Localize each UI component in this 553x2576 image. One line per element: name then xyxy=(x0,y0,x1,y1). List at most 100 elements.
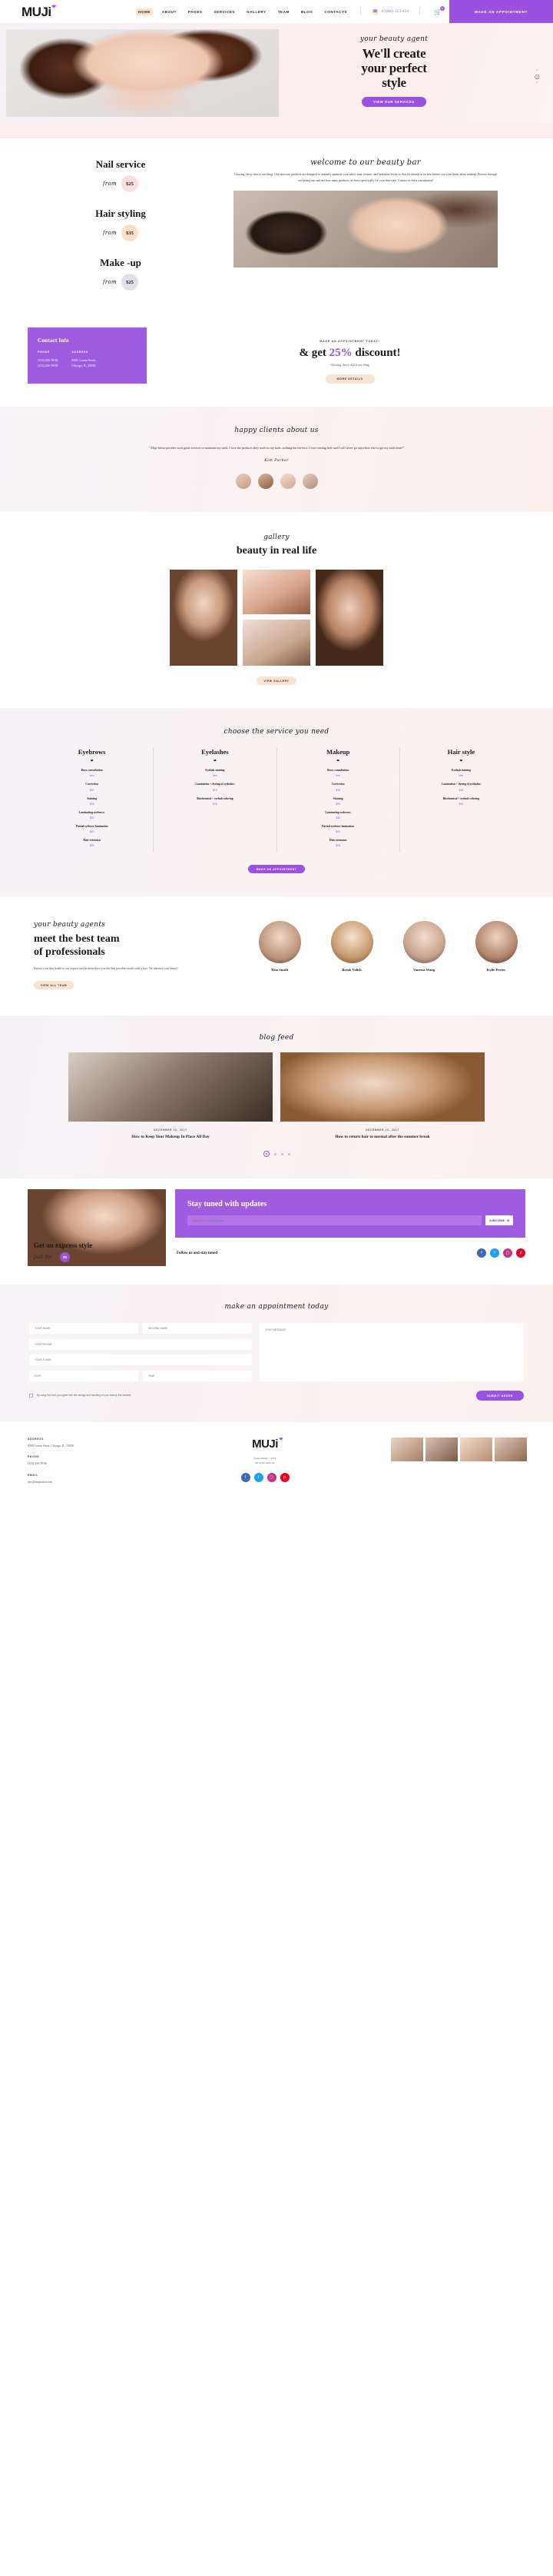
avatar[interactable] xyxy=(280,474,296,490)
appointment-phone-input[interactable] xyxy=(29,1338,252,1350)
nav-item-about[interactable]: ABOUT xyxy=(160,8,179,15)
welcome-image xyxy=(233,191,498,268)
avatar xyxy=(402,921,445,964)
blog-dot-active[interactable] xyxy=(263,1151,270,1158)
nav-item-contacts[interactable]: CONTACTS xyxy=(322,8,349,15)
team-member[interactable]: Vanessa Wang xyxy=(398,921,450,989)
footer-gallery-image[interactable] xyxy=(426,1438,458,1462)
header-appointment-button[interactable]: MAKE AN APPOINTMENT xyxy=(449,0,553,23)
service-item[interactable]: Partial eyebrow lamination $20 xyxy=(40,825,144,833)
avatar[interactable] xyxy=(235,474,251,490)
gallery-image[interactable] xyxy=(170,570,237,666)
gallery-view-button[interactable]: VIEW GALLERY xyxy=(257,676,296,686)
express-style-card[interactable]: Get an express style just for $5 xyxy=(28,1189,166,1267)
appointment-name-input[interactable] xyxy=(29,1323,138,1335)
twitter-icon[interactable]: t xyxy=(253,1472,263,1482)
avatar[interactable] xyxy=(257,474,273,490)
blog-post[interactable]: DECEMBER 10, 2017 How to return hair to … xyxy=(280,1052,485,1141)
gallery-image[interactable] xyxy=(243,620,310,666)
gallery-image[interactable] xyxy=(316,570,383,666)
footer-email-value[interactable]: info@mujisalon.com xyxy=(28,1480,177,1484)
blog-dot[interactable] xyxy=(273,1152,276,1155)
service-item[interactable]: Hair extension $25 xyxy=(286,839,390,847)
blog-slider-dots[interactable] xyxy=(0,1151,553,1158)
service-item[interactable]: Laminating eyebrows $30 xyxy=(40,811,144,819)
newsletter-subscribe-button[interactable]: SUBSCRIBE ✉ xyxy=(485,1215,513,1226)
nav-item-services[interactable]: SERVICES xyxy=(212,8,238,15)
blog-post-title[interactable]: How to Keep Your Makeup In Place All Day xyxy=(68,1135,273,1141)
nav-item-blog[interactable]: BLOG xyxy=(299,8,315,15)
twitter-icon[interactable]: t xyxy=(490,1248,499,1258)
welcome-paragraph: Glowing, dewy skin is our thing. Our ski… xyxy=(233,173,498,182)
service-item[interactable]: Hair extension $25 xyxy=(40,839,144,847)
price-item-hair[interactable]: Hair styling from $35 xyxy=(18,208,223,241)
gallery-image[interactable] xyxy=(243,570,310,615)
service-item[interactable]: Correction $15 xyxy=(40,783,144,791)
team-member[interactable]: Tina Smith xyxy=(253,921,306,989)
service-item[interactable]: Brow consultation free xyxy=(286,769,390,777)
appointment-secondname-input[interactable] xyxy=(143,1323,252,1335)
service-item[interactable]: Laminating eyebrows $30 xyxy=(286,811,390,819)
service-item[interactable]: Lamination + dyeing of eyelashes $15 xyxy=(409,783,513,791)
appointment-message-textarea[interactable] xyxy=(260,1323,524,1382)
nav-divider xyxy=(359,8,361,15)
slider-dot-2-active[interactable]: ⊙ xyxy=(534,74,540,81)
pinterest-icon[interactable]: p xyxy=(516,1248,525,1258)
blog-dot[interactable] xyxy=(287,1152,290,1155)
service-item[interactable]: Staining $25 xyxy=(40,797,144,806)
nav-item-pages[interactable]: PAGES xyxy=(186,8,205,15)
site-logo[interactable]: MUJi ❤ xyxy=(22,5,56,18)
footer-gallery-image[interactable] xyxy=(460,1438,492,1462)
consent-checkbox[interactable] xyxy=(29,1394,33,1398)
service-item[interactable]: Biochemical + eyelash coloring $25 xyxy=(163,797,267,806)
blog-post-title[interactable]: How to return hair to normal after the s… xyxy=(280,1135,485,1141)
contact-phone-values[interactable]: (123) 456-78-90 (123) 456-78-90 xyxy=(38,357,58,368)
service-item-price: $30 xyxy=(89,816,94,819)
footer-gallery-image[interactable] xyxy=(391,1438,423,1462)
nav-item-home[interactable]: HOME xyxy=(135,8,153,15)
facebook-icon[interactable]: f xyxy=(477,1248,486,1258)
price-item-nail[interactable]: Nail service from $25 xyxy=(18,158,223,192)
service-item[interactable]: Eyelash staining free xyxy=(409,769,513,777)
team-member[interactable]: Brook Volish xyxy=(326,921,378,989)
service-item[interactable]: Lamination + dyeing of eyelashes $15 xyxy=(163,783,267,791)
hero-cta-button[interactable]: VIEW OUR SERVICES xyxy=(362,97,426,108)
appointment-submit-button[interactable]: SUBMIT ORDER xyxy=(476,1391,524,1401)
newsletter-email-input[interactable] xyxy=(187,1215,482,1226)
footer-gallery-image[interactable] xyxy=(495,1438,527,1462)
hero-slider-dots[interactable]: • ⊙ • xyxy=(534,68,540,86)
appointment-date-input[interactable] xyxy=(29,1370,138,1381)
service-item[interactable]: Partial eyebrow lamination $20 xyxy=(286,825,390,833)
avatar[interactable] xyxy=(302,474,318,490)
blog-dot[interactable] xyxy=(280,1152,283,1155)
service-item[interactable]: Eyelash staining free xyxy=(163,769,267,777)
service-item[interactable]: Biochemical + eyelash coloring $25 xyxy=(409,797,513,806)
header-phone[interactable]: ☎ 0 (800) 123-456 xyxy=(371,8,409,15)
price-from-label: from xyxy=(103,279,117,285)
gallery-grid xyxy=(0,570,553,666)
footer-logo[interactable]: MUJi ❤ xyxy=(252,1438,283,1451)
service-item[interactable]: Brow consultation free xyxy=(40,769,144,777)
contact-address-label: ADDRESS xyxy=(71,351,89,354)
footer-phone-value[interactable]: (123) 456-78-90 xyxy=(28,1461,177,1466)
instagram-icon[interactable]: ▢ xyxy=(503,1248,512,1258)
team-member[interactable]: Kylie Porter xyxy=(470,921,522,989)
price-item-makeup[interactable]: Make -up from $25 xyxy=(18,257,223,291)
facebook-icon[interactable]: f xyxy=(240,1472,250,1482)
blog-post[interactable]: DECEMBER 10, 2017 How to Keep Your Makeu… xyxy=(68,1052,273,1141)
cart-button[interactable]: 🛒 0 xyxy=(434,5,445,15)
services-appointment-button[interactable]: MAKE AN APPOINTMENT xyxy=(248,865,305,874)
team-view-all-button[interactable]: VIEW ALL TEAM xyxy=(34,981,74,990)
service-item[interactable]: Correction $15 xyxy=(286,783,390,791)
blog-post-date: DECEMBER 10, 2017 xyxy=(366,1128,399,1132)
nav-item-gallery[interactable]: GALLERY xyxy=(244,8,269,15)
appointment-time-input[interactable] xyxy=(143,1370,252,1381)
nav-item-team[interactable]: TEAM xyxy=(276,8,292,15)
appointment-email-input[interactable] xyxy=(29,1354,252,1366)
instagram-icon[interactable]: ▢ xyxy=(267,1472,276,1482)
footer-social-links: f t ▢ p xyxy=(177,1472,353,1482)
service-item[interactable]: Staining $25 xyxy=(286,797,390,806)
slider-dot-3[interactable]: • xyxy=(534,80,540,86)
discount-more-details-button[interactable]: MORE DETAILS xyxy=(325,374,375,384)
pinterest-icon[interactable]: p xyxy=(280,1472,290,1482)
